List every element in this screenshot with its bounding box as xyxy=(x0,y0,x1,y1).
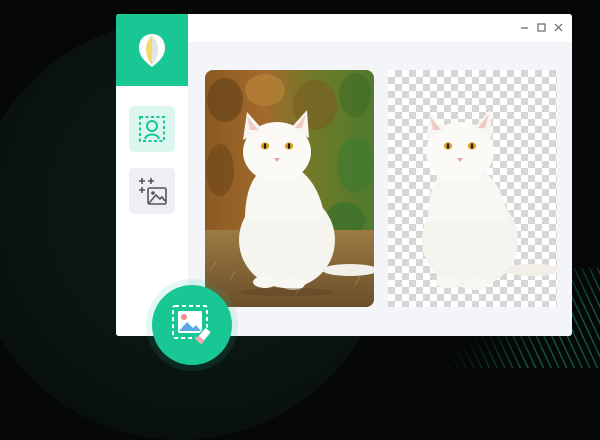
white-cat-cutout xyxy=(422,110,557,290)
white-cat-photo xyxy=(205,70,374,307)
app-logo xyxy=(116,14,188,86)
minimize-button[interactable] xyxy=(518,21,530,33)
close-icon xyxy=(554,23,562,31)
image-eraser-badge[interactable] xyxy=(152,285,232,365)
close-button[interactable] xyxy=(552,21,564,33)
maximize-icon xyxy=(536,22,546,32)
tool-add-image-button[interactable] xyxy=(129,168,175,214)
window-controls xyxy=(518,21,564,33)
add-image-icon xyxy=(139,178,167,205)
minimize-icon xyxy=(520,26,528,29)
original-image-panel[interactable] xyxy=(205,70,374,307)
tool-select-subject-button[interactable] xyxy=(129,106,175,152)
result-image-panel[interactable] xyxy=(388,70,557,307)
image-eraser-icon xyxy=(172,305,212,345)
person-select-icon xyxy=(139,116,165,142)
title-bar xyxy=(188,14,572,42)
leaf-logo-icon xyxy=(139,34,165,67)
maximize-button[interactable] xyxy=(535,21,547,33)
